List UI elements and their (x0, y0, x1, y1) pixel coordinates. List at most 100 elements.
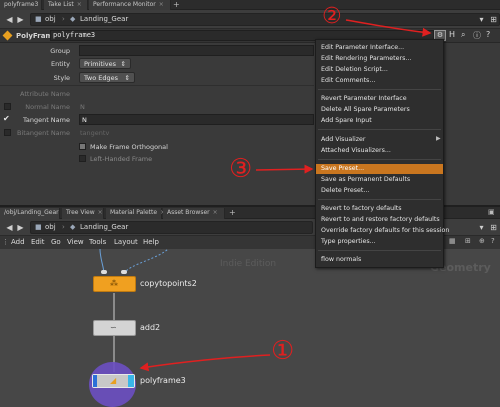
menu-item-override-factory-defaults[interactable]: Override factory defaults for this sessi… (316, 226, 449, 236)
layout-icon[interactable]: ▦ (449, 237, 456, 245)
tab-label: Take List (48, 1, 74, 8)
network-view[interactable]: Indie Edition Geometry ⁂ copytopoints2 ∽… (0, 249, 500, 407)
polyframe-icon (2, 30, 13, 41)
grid-icon[interactable]: ⊞ (465, 237, 471, 245)
menu-layout[interactable]: Layout (114, 238, 138, 246)
node-label-add2: add2 (140, 323, 161, 332)
tab-polyframe3[interactable]: polyframe3 (0, 0, 42, 10)
menu-item-save-as-permanent-defaults[interactable]: Save as Permanent Defaults (316, 175, 443, 185)
polyframe-icon: ◢ (110, 376, 117, 385)
close-icon[interactable]: × (159, 1, 164, 8)
node-label-polyframe3: polyframe3 (140, 376, 186, 385)
menu-add[interactable]: Add (11, 238, 25, 246)
entity-value: Primitives (84, 60, 117, 68)
geo-icon: ◆ (70, 15, 76, 23)
tab-label: Asset Browser (167, 209, 210, 216)
menu-help[interactable]: Help (143, 238, 159, 246)
tab-asset-browser[interactable]: Asset Browser × (163, 208, 225, 219)
left-handed-frame-checkbox[interactable] (79, 155, 86, 162)
bitangent-name-label: Bitangent Name (17, 129, 70, 137)
copy-icon: ⁂ (110, 279, 118, 288)
obj-icon: ■ (35, 223, 42, 231)
menu-item-flow-normals[interactable]: flow normals (316, 255, 443, 265)
menu-item-delete-all-spare-parameters[interactable]: Delete All Spare Parameters (316, 105, 443, 115)
tab-material-palette[interactable]: Material Palette× (106, 208, 165, 219)
close-icon[interactable]: × (213, 209, 218, 216)
menu-tools[interactable]: Tools (89, 238, 106, 246)
question-icon[interactable]: ? (486, 30, 490, 39)
add-tab-icon[interactable]: + (229, 208, 236, 217)
path-node[interactable]: Landing_Gear (80, 221, 128, 234)
path-root[interactable]: obj (45, 13, 56, 26)
dropdown-icon[interactable]: ▾ (476, 222, 487, 233)
normal-name-value: N (80, 103, 85, 111)
forward-arrow-icon[interactable]: ▶ (15, 14, 26, 25)
annotation-number-three: ③ (229, 154, 253, 184)
group-field[interactable] (79, 45, 314, 56)
menu-item-revert-parameter-interface[interactable]: Revert Parameter Interface (316, 94, 443, 104)
node-polyframe3[interactable]: ◢ (92, 374, 135, 388)
tab-network-view[interactable]: /obj/Landing_Gear× (0, 208, 67, 219)
node-name-value: polyframe3 (53, 31, 96, 39)
menu-item-edit-deletion-script[interactable]: Edit Deletion Script... (316, 65, 443, 75)
back-arrow-icon[interactable]: ◀ (4, 222, 15, 233)
menu-item-delete-preset[interactable]: Delete Preset... (316, 186, 443, 196)
search-icon[interactable]: ⌕ (461, 30, 465, 40)
input-connector[interactable] (101, 270, 107, 274)
pin-icon[interactable]: ⊞ (488, 222, 499, 233)
close-icon[interactable]: × (77, 1, 82, 8)
style-dropdown[interactable]: Two Edges ⇕ (79, 72, 135, 83)
menu-item-revert-and-restore-factory-defaults[interactable]: Revert to and restore factory defaults (316, 215, 443, 225)
top-tab-bar: polyframe3 Take List × Performance Monito… (0, 0, 500, 10)
input-connector[interactable] (121, 270, 127, 274)
path-root[interactable]: obj (45, 221, 56, 234)
menu-separator (318, 199, 441, 200)
divider (0, 85, 314, 86)
annotation-number-two: ② (322, 4, 342, 29)
tab-take-list[interactable]: Take List × (44, 0, 88, 10)
menu-item-type-properties[interactable]: Type properties... (316, 237, 443, 247)
attribute-name-label: Attribute Name (20, 90, 70, 98)
help-icon[interactable]: ? (491, 237, 495, 245)
close-icon[interactable]: × (98, 209, 103, 216)
add-tab-icon[interactable]: + (173, 0, 180, 9)
menu-item-save-preset[interactable]: Save Preset... (316, 164, 443, 174)
display-flag[interactable] (93, 375, 97, 387)
tab-label: Material Palette (110, 209, 158, 216)
tangent-name-field[interactable] (79, 114, 314, 125)
menu-view[interactable]: View (67, 238, 84, 246)
path-bar: ◀ ▶ ■ obj › ◆ Landing_Gear ▾ ⊞ (0, 10, 500, 29)
tab-performance-monitor[interactable]: Performance Monitor × (89, 0, 171, 10)
menu-item-add-spare-input[interactable]: Add Spare Input (316, 116, 443, 126)
tab-tree-view[interactable]: Tree View × (62, 208, 104, 219)
parameter-context-menu: Edit Parameter Interface... Edit Renderi… (315, 39, 449, 268)
entity-dropdown[interactable]: Primitives ⇕ (79, 58, 131, 69)
menu-item-edit-rendering-parameters[interactable]: Edit Rendering Parameters... (316, 54, 443, 64)
dropdown-icon[interactable]: ▾ (476, 14, 487, 25)
chevron-right-icon: › (62, 223, 65, 231)
node-copytopoints2[interactable]: ⁂ (93, 276, 136, 292)
menu-item-attached-visualizers[interactable]: Attached Visualizers... (316, 146, 443, 156)
back-arrow-icon[interactable]: ◀ (4, 14, 15, 25)
forward-arrow-icon[interactable]: ▶ (15, 222, 26, 233)
make-frame-orthogonal-checkbox[interactable] (79, 143, 86, 150)
menu-item-revert-to-factory-defaults[interactable]: Revert to factory defaults (316, 204, 443, 214)
snap-icon[interactable]: ⊕ (479, 237, 485, 245)
info-icon[interactable]: ⓘ (473, 30, 481, 41)
help-icon[interactable]: H (449, 30, 455, 39)
menu-item-edit-parameter-interface[interactable]: Edit Parameter Interface... (316, 43, 443, 53)
menu-item-edit-comments[interactable]: Edit Comments... (316, 76, 443, 86)
network-wires (99, 249, 169, 372)
pane-options-icon[interactable]: ▣ (488, 208, 495, 216)
normal-name-label: Normal Name (25, 103, 70, 111)
menu-separator (318, 129, 441, 130)
menu-go[interactable]: Go (51, 238, 61, 246)
node-add2[interactable]: ∽ (93, 320, 136, 336)
render-flag[interactable] (128, 375, 134, 387)
bitangent-name-value: tangentv (80, 129, 110, 137)
menu-edit[interactable]: Edit (31, 238, 45, 246)
menu-item-add-visualizer[interactable]: Add Visualizer (316, 135, 443, 145)
pin-icon[interactable]: ⊞ (488, 14, 499, 25)
obj-icon: ■ (35, 15, 42, 23)
path-node[interactable]: Landing_Gear (80, 13, 128, 26)
